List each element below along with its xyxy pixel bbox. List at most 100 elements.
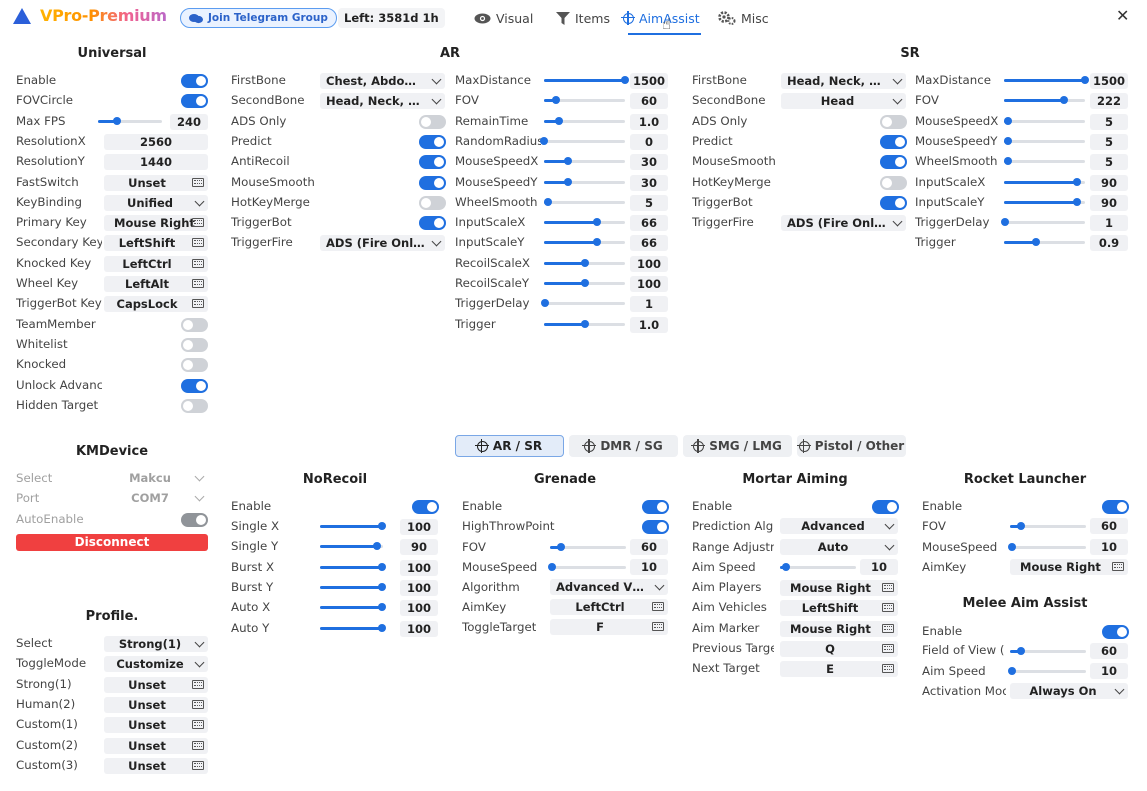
ar-remaintime-slider[interactable] (544, 116, 625, 125)
mortar-aimspeed-value[interactable]: 10 (860, 559, 898, 575)
slider-knob[interactable] (1081, 76, 1089, 84)
knocked-toggle[interactable] (181, 358, 208, 373)
teammember-toggle[interactable] (181, 317, 208, 332)
ar-randomradius-slider[interactable] (540, 136, 625, 145)
ar-firstbone-select[interactable]: Chest, Abdome... (320, 73, 445, 89)
ar-triggerfire-select[interactable]: ADS (Fire Only),... (320, 235, 445, 252)
slider-knob[interactable] (540, 136, 548, 145)
melee-aimspeed-value[interactable]: 10 (1090, 663, 1128, 679)
slider-knob[interactable] (564, 157, 573, 166)
slider-knob[interactable] (377, 582, 386, 591)
mortar-enable-toggle[interactable] (872, 500, 899, 514)
grenade-fov-value[interactable]: 60 (630, 539, 668, 555)
slider-knob[interactable] (377, 623, 386, 632)
slider-knob[interactable] (372, 542, 381, 551)
slider-knob[interactable] (564, 177, 573, 186)
sr-inputscaley-slider[interactable] (1004, 197, 1085, 206)
norecoil-single-x-value[interactable]: 100 (400, 519, 438, 535)
sr-hotkeymerge-toggle[interactable] (880, 175, 907, 190)
fastswitch-key-field[interactable]: Unset (104, 174, 208, 191)
slider-knob[interactable] (548, 563, 557, 571)
ar-recoilscalex-slider[interactable] (544, 258, 625, 267)
slider-knob[interactable] (593, 238, 602, 247)
melee-fov-value[interactable]: 60 (1090, 643, 1128, 659)
triggerbot-key-key-field[interactable]: CapsLock (104, 296, 208, 313)
sr-trigger-slider[interactable] (1004, 238, 1085, 247)
grenade-mousespeed-slider[interactable] (548, 563, 626, 571)
melee-activation-select[interactable]: Always On (1010, 683, 1128, 699)
norecoil-auto-y-value[interactable]: 100 (400, 620, 438, 637)
melee-fov-slider[interactable] (1010, 647, 1086, 655)
rocket-mousespeed-slider[interactable] (1008, 543, 1086, 551)
slider-knob[interactable] (1008, 667, 1017, 675)
slider-knob[interactable] (1000, 218, 1009, 227)
ar-triggerdelay-slider[interactable] (540, 299, 625, 308)
norecoil-auto-x-slider[interactable] (320, 603, 386, 612)
norecoil-burst-y-slider[interactable] (320, 582, 386, 591)
mortar-range-select[interactable]: Auto (780, 539, 898, 555)
weapon-tab-dmr-sg[interactable]: DMR / SG (569, 435, 678, 457)
ar-wheelsmooth-slider[interactable] (544, 197, 625, 206)
ar-hotkeymerge-toggle[interactable] (419, 195, 446, 210)
mortar-previous-target-key-field[interactable]: Q (780, 640, 898, 657)
rocket-enable-toggle[interactable] (1102, 500, 1129, 514)
ar-maxdistance-slider[interactable] (544, 76, 629, 84)
grenade-aimkey-field[interactable]: LeftCtrl (550, 599, 668, 615)
slider-knob[interactable] (1004, 136, 1013, 145)
slider-knob[interactable] (540, 299, 549, 308)
slider-knob[interactable] (554, 116, 563, 125)
grenade-fov-slider[interactable] (550, 543, 626, 551)
mortar-aim-players-key-field[interactable]: Mouse Right (780, 580, 898, 596)
fovcircle-toggle[interactable] (181, 94, 208, 109)
slider-knob[interactable] (113, 116, 122, 125)
sr-mousespeedy-value[interactable]: 5 (1090, 133, 1128, 150)
knocked-key-key-field[interactable]: LeftCtrl (104, 255, 208, 272)
sr-wheelsmooth-slider[interactable] (1004, 157, 1085, 166)
ar-inputscalex-value[interactable]: 66 (630, 215, 668, 232)
resolutiony-field[interactable]: 1440 (104, 154, 208, 171)
slider-knob[interactable] (1032, 238, 1041, 247)
slider-knob[interactable] (621, 76, 629, 84)
weapon-tab-ar-sr[interactable]: AR / SR (455, 435, 564, 457)
sr-inputscalex-value[interactable]: 90 (1090, 174, 1128, 191)
slider-knob[interactable] (1017, 647, 1026, 655)
sr-mousespeedx-slider[interactable] (1004, 116, 1085, 125)
whitelist-toggle[interactable] (181, 337, 208, 352)
rocket-fov-slider[interactable] (1010, 522, 1086, 530)
ar-mousespeedx-slider[interactable] (544, 157, 625, 166)
tab-items[interactable]: Items (556, 8, 610, 28)
sr-triggerdelay-value[interactable]: 1 (1090, 215, 1128, 232)
ar-ads-only-toggle[interactable] (419, 114, 446, 129)
slider-knob[interactable] (552, 96, 561, 105)
slider-knob[interactable] (782, 563, 791, 571)
norecoil-enable-toggle[interactable] (412, 500, 439, 514)
slider-knob[interactable] (377, 562, 386, 571)
sr-predict-toggle[interactable] (880, 134, 907, 149)
resolutionx-field[interactable]: 2560 (104, 133, 208, 150)
autoenable-toggle[interactable] (181, 513, 208, 527)
sr-mousesmooth-toggle[interactable] (880, 155, 907, 170)
slider-knob[interactable] (580, 279, 589, 287)
sr-ads-only-toggle[interactable] (880, 114, 907, 129)
ar-recoilscalex-value[interactable]: 100 (630, 255, 668, 272)
ar-wheelsmooth-value[interactable]: 5 (630, 194, 668, 211)
kmdevice-select[interactable]: Makcu (104, 470, 208, 486)
ar-triggerbot-toggle[interactable] (419, 216, 446, 231)
ar-mousespeedy-value[interactable]: 30 (630, 174, 668, 191)
secondary-key-key-field[interactable]: LeftShift (104, 235, 208, 252)
unlock-advanced-options-toggle[interactable] (181, 378, 208, 393)
ar-mousesmooth-toggle[interactable] (419, 175, 446, 190)
slider-knob[interactable] (1072, 177, 1081, 186)
sr-inputscaley-value[interactable]: 90 (1090, 194, 1128, 211)
keybinding-select[interactable]: Unified (104, 194, 208, 211)
norecoil-single-y-value[interactable]: 90 (400, 539, 438, 556)
sr-mousespeedy-slider[interactable] (1004, 136, 1085, 145)
sr-mousespeedx-value[interactable]: 5 (1090, 113, 1128, 130)
sr-inputscalex-slider[interactable] (1004, 177, 1085, 186)
disconnect-button[interactable]: Disconnect (16, 534, 208, 551)
tab-visual[interactable]: Visual (474, 8, 533, 28)
melee-aimspeed-slider[interactable] (1008, 667, 1086, 675)
slider-knob[interactable] (1072, 197, 1081, 206)
slider-knob[interactable] (1004, 157, 1013, 166)
sr-fov-slider[interactable] (1004, 96, 1085, 105)
